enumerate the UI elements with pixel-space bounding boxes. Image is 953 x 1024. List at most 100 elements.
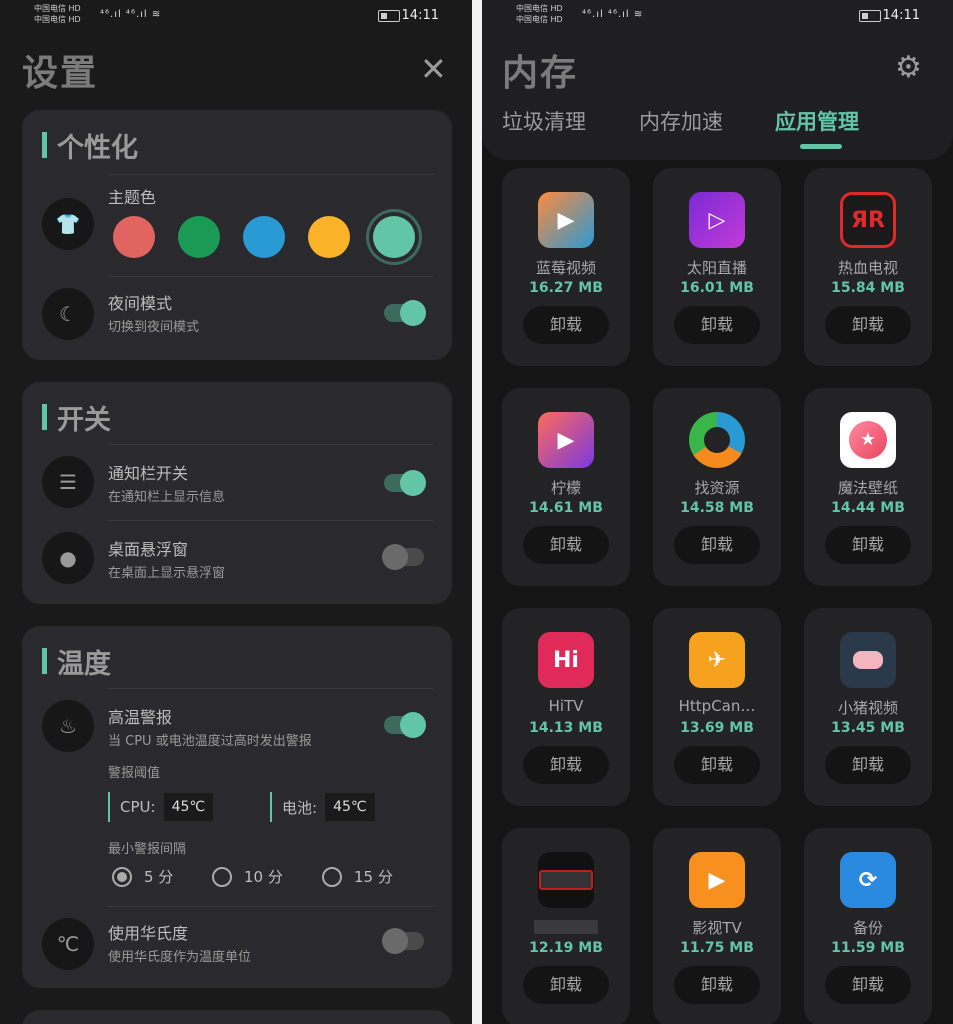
theme-swatch-green[interactable] — [178, 216, 220, 258]
tab-indicator — [800, 144, 842, 149]
app-card: ★ 魔法壁纸 14.44 MB 卸载 — [804, 388, 932, 586]
redacted-icon — [538, 852, 594, 908]
page-title: 内存 — [502, 53, 579, 94]
fahrenheit-subtitle: 使用华氏度作为温度单位 — [108, 950, 252, 965]
bird-icon: ✈ — [689, 632, 745, 688]
fahrenheit-toggle[interactable] — [382, 928, 424, 954]
uninstall-button[interactable]: 卸载 — [674, 966, 760, 1004]
hi-icon: Hi — [538, 632, 594, 688]
divider — [108, 444, 434, 445]
app-name: 蓝莓视频 — [535, 259, 596, 277]
shirt-icon: 👕 — [42, 198, 94, 250]
app-name: 魔法壁纸 — [837, 479, 898, 497]
theme-swatch-teal-selected[interactable] — [373, 216, 415, 258]
app-size: 11.75 MB — [680, 940, 754, 956]
status-time: 14:11 — [401, 8, 439, 23]
status-bar: 中国电信 HD 中国电信 HD ⁴⁶.ıl ⁴⁶.ıl ≋ 14:11 — [482, 0, 953, 30]
divider — [108, 688, 434, 689]
app-card: ЯR 热血电视 15.84 MB 卸载 — [804, 168, 932, 366]
play-icon: ▶ — [538, 412, 594, 468]
uninstall-button[interactable]: 卸载 — [674, 746, 760, 784]
app-name: HiTV — [548, 697, 584, 715]
section-title-temperature: 温度 — [42, 644, 111, 680]
uninstall-button[interactable]: 卸载 — [825, 526, 911, 564]
star-icon: ★ — [840, 412, 896, 468]
uninstall-button[interactable]: 卸载 — [674, 306, 760, 344]
tab-memory-boost[interactable]: 内存加速 — [639, 106, 723, 136]
app-name: 小猪视频 — [837, 699, 898, 717]
theme-swatch-yellow[interactable] — [308, 216, 350, 258]
app-size: 16.27 MB — [529, 280, 603, 296]
backup-icon: ⟳ — [840, 852, 896, 908]
app-card: ▷ 太阳直播 16.01 MB 卸载 — [653, 168, 781, 366]
uninstall-button[interactable]: 卸载 — [825, 306, 911, 344]
app-size: 12.19 MB — [529, 940, 603, 956]
server-icon: ☰ — [42, 456, 94, 508]
app-card: 小猪视频 13.45 MB 卸载 — [804, 608, 932, 806]
app-name: 影视TV — [692, 919, 742, 937]
divider — [108, 906, 434, 907]
divider — [108, 174, 434, 175]
float-window-subtitle: 在桌面上显示悬浮窗 — [108, 566, 226, 581]
app-card: 找资源 14.58 MB 卸载 — [653, 388, 781, 586]
high-temp-alert-toggle[interactable] — [384, 712, 426, 738]
app-name: 柠檬 — [550, 479, 581, 497]
app-size: 14.61 MB — [529, 500, 603, 516]
app-name: 找资源 — [694, 479, 740, 497]
interval-radio-15[interactable]: 15 分 — [322, 866, 393, 887]
carrier-info: 中国电信 HD 中国电信 HD — [34, 4, 81, 24]
uninstall-button[interactable]: 卸载 — [523, 966, 609, 1004]
float-window-icon: ● — [42, 532, 94, 584]
tab-junk-clean[interactable]: 垃圾清理 — [502, 106, 586, 136]
play-icon: ▷ — [689, 192, 745, 248]
night-mode-subtitle: 切换到夜间模式 — [108, 320, 200, 335]
fahrenheit-title: 使用华氏度 — [108, 924, 189, 943]
app-card: ✈ HttpCan… 13.69 MB 卸载 — [653, 608, 781, 806]
close-icon[interactable]: ✕ — [420, 50, 447, 88]
uninstall-button[interactable]: 卸载 — [523, 526, 609, 564]
temperature-card: 温度 ♨ 高温警报 当 CPU 或电池温度过高时发出警报 警报阈值 CPU: 45… — [22, 626, 452, 988]
app-card: ▶ 影视TV 11.75 MB 卸载 — [653, 828, 781, 1024]
next-card — [22, 1010, 452, 1024]
settings-screen: 中国电信 HD 中国电信 HD ⁴⁶.ıl ⁴⁶.ıl ≋ 14:11 设置 ✕ … — [0, 0, 472, 1024]
switches-card: 开关 ☰ 通知栏开关 在通知栏上显示信息 ● 桌面悬浮窗 在桌面上显示悬浮窗 — [22, 382, 452, 604]
uninstall-button[interactable]: 卸载 — [523, 746, 609, 784]
uninstall-button[interactable]: 卸载 — [523, 306, 609, 344]
section-title-switches: 开关 — [42, 400, 111, 436]
interval-radio-5[interactable]: 5 分 — [112, 866, 173, 887]
cpu-threshold-input[interactable]: 45℃ — [163, 793, 214, 821]
night-mode-toggle[interactable] — [384, 300, 426, 326]
threshold-label: 警报阈值 — [108, 766, 161, 781]
notify-switch-subtitle: 在通知栏上显示信息 — [108, 490, 226, 505]
theme-swatch-blue[interactable] — [243, 216, 285, 258]
theme-color-label: 主题色 — [108, 188, 157, 207]
app-card: Hi HiTV 14.13 MB 卸载 — [502, 608, 630, 806]
battery-threshold-input[interactable]: 45℃ — [325, 793, 375, 821]
uninstall-button[interactable]: 卸载 — [825, 966, 911, 1004]
notify-switch-title: 通知栏开关 — [108, 464, 189, 483]
uninstall-button[interactable]: 卸载 — [674, 526, 760, 564]
tab-app-manager[interactable]: 应用管理 — [775, 106, 859, 136]
float-window-toggle[interactable] — [382, 544, 424, 570]
divider — [108, 520, 434, 521]
float-window-title: 桌面悬浮窗 — [108, 540, 189, 559]
app-size: 11.59 MB — [831, 940, 905, 956]
fahrenheit-icon: ℃ — [42, 918, 94, 970]
app-size: 14.13 MB — [529, 720, 603, 736]
app-size: 15.84 MB — [831, 280, 905, 296]
theme-swatch-red[interactable] — [113, 216, 155, 258]
status-time: 14:11 — [882, 8, 920, 23]
play-icon: ▶ — [538, 192, 594, 248]
divider — [108, 276, 434, 277]
interval-radio-10[interactable]: 10 分 — [212, 866, 283, 887]
r-icon: ЯR — [840, 192, 896, 248]
uninstall-button[interactable]: 卸载 — [825, 746, 911, 784]
cpu-threshold: CPU: 45℃ — [108, 792, 214, 822]
app-size: 13.69 MB — [680, 720, 754, 736]
gear-icon[interactable]: ⚙ — [895, 50, 922, 85]
film-icon: ▶ — [689, 852, 745, 908]
notify-toggle[interactable] — [384, 470, 426, 496]
app-size: 14.44 MB — [831, 500, 905, 516]
app-name: 太阳直播 — [686, 259, 747, 277]
page-title: 设置 — [22, 53, 99, 94]
